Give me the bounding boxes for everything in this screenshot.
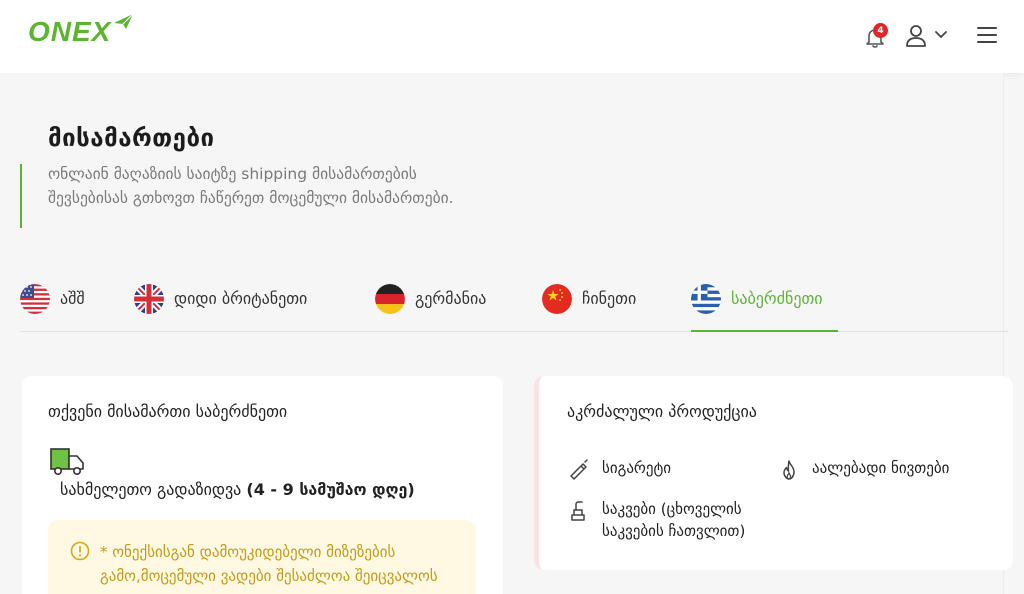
country-tabs: აშშ დიდი ბრიტანეთი გერმანია ჩინეთი საბერ… bbox=[20, 284, 1008, 332]
hamburger-menu-icon[interactable] bbox=[977, 25, 997, 45]
page-title: მისამართები bbox=[48, 124, 215, 152]
delivery-type: სახმელეთო გადაზიდვა bbox=[60, 480, 247, 499]
china-flag-icon bbox=[542, 284, 572, 314]
notification-badge: 4 bbox=[873, 23, 888, 38]
delivery-time: (4 - 9 სამუშაო დღე) bbox=[246, 480, 415, 499]
germany-flag-icon bbox=[375, 284, 405, 314]
onex-logo[interactable]: ONEX bbox=[28, 14, 134, 56]
tab-uk[interactable]: დიდი ბრიტანეთი bbox=[134, 284, 307, 332]
tab-greece[interactable]: საბერძნეთი bbox=[691, 284, 838, 332]
warning-circle-icon bbox=[70, 541, 90, 561]
prohibited-item-food: საკვები (ცხოველის საკვების ჩათვლით) bbox=[568, 498, 788, 542]
logo-text: ONEX bbox=[28, 16, 112, 47]
uk-flag-icon bbox=[134, 284, 164, 314]
prohibited-item-label: საკვები (ცხოველის საკვების ჩათვლით) bbox=[602, 500, 746, 540]
flame-icon bbox=[783, 460, 795, 480]
tab-label: აშშ bbox=[60, 289, 85, 308]
tab-label: გერმანია bbox=[415, 289, 487, 308]
tab-label: საბერძნეთი bbox=[731, 289, 823, 308]
food-icon bbox=[571, 501, 585, 521]
tab-germany[interactable]: გერმანია bbox=[375, 284, 486, 332]
cigarette-icon bbox=[570, 459, 588, 480]
chevron-down-icon[interactable] bbox=[934, 30, 948, 40]
prohibited-products-title: აკრძალული პროდუქცია bbox=[567, 402, 757, 421]
greece-flag-icon bbox=[691, 284, 721, 314]
tab-usa[interactable]: აშშ bbox=[20, 284, 85, 332]
usa-flag-icon bbox=[20, 284, 50, 314]
prohibited-item-flammable: აალებადი ნივთები bbox=[778, 457, 949, 481]
truck-icon bbox=[50, 448, 84, 475]
paper-plane-icon bbox=[114, 14, 134, 29]
prohibited-item-cigarette: სიგარეტი bbox=[568, 457, 671, 481]
warning-text: * ონექსისგან დამოუკიდებელი მიზეზების გამ… bbox=[100, 543, 438, 585]
description-accent-bar bbox=[20, 164, 22, 228]
address-card-title: თქვენი მისამართი საბერძნეთი bbox=[48, 402, 288, 421]
page-description: ონლაინ მაღაზიის საიტზე shipping მისამართ… bbox=[48, 165, 454, 207]
delivery-info: სახმელეთო გადაზიდვა (4 - 9 სამუშაო დღე) bbox=[60, 480, 415, 499]
header: ONEX 4 bbox=[0, 0, 1024, 73]
prohibited-item-label: აალებადი ნივთები bbox=[812, 459, 950, 477]
prohibited-item-label: სიგარეტი bbox=[602, 459, 672, 477]
tab-label: ჩინეთი bbox=[582, 289, 637, 308]
user-icon[interactable] bbox=[905, 24, 927, 48]
tab-china[interactable]: ჩინეთი bbox=[542, 284, 636, 332]
tab-label: დიდი ბრიტანეთი bbox=[174, 289, 308, 308]
